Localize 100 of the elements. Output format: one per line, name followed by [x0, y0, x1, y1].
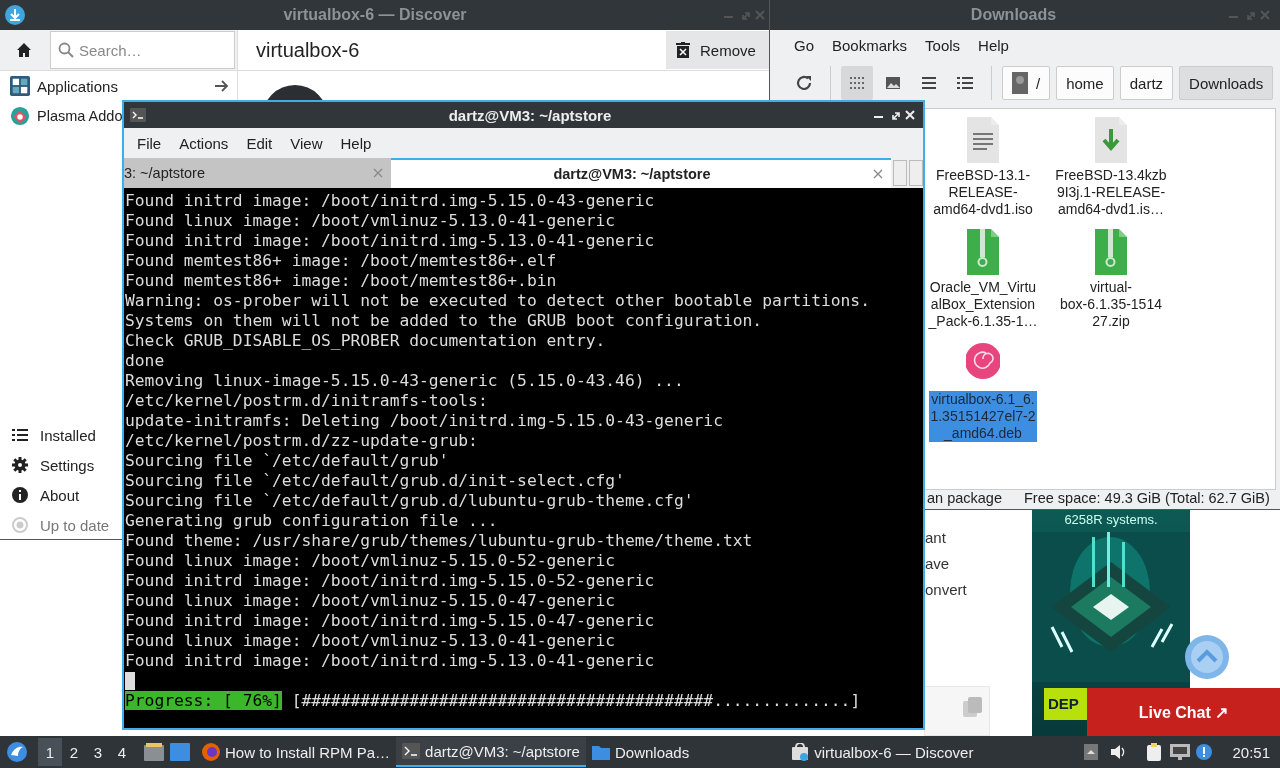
terminal-line: Removing linux-image-5.15.0-43-generic (5.15.0-43.46) ...: [125, 371, 685, 391]
download-file-icon: [1094, 117, 1128, 163]
search-field[interactable]: Search…: [50, 31, 235, 69]
free-space-text: Free space: 49.3 GiB (Total: 62.7 GiB): [1024, 490, 1270, 508]
workspace-button[interactable]: 2: [62, 738, 86, 766]
taskbar-button[interactable]: virtualbox-6 — Discover: [785, 737, 980, 767]
close-icon: [372, 168, 383, 178]
terminal-line: Check GRUB_DISABLE_OS_PROBER documentation entry.: [125, 331, 607, 351]
update-icon: [1196, 744, 1213, 760]
trash-icon: [676, 42, 690, 58]
live-chat-button[interactable]: Live Chat ↗: [1087, 688, 1280, 736]
sidebar-item[interactable]: About: [0, 480, 84, 510]
menu-item[interactable]: Edit: [237, 134, 282, 152]
progress-label: Progress: [ 76%]: [125, 691, 282, 710]
file-name[interactable]: virtual- box-6.1.35-1514 27.zip: [1059, 279, 1163, 330]
taskbar-button[interactable]: How to Install RPM Pa…: [196, 737, 397, 767]
terminal-line: /etc/kernel/postrm.d/zz-update-grub:: [125, 431, 479, 451]
terminal-line: Sourcing file `/etc/default/grub': [125, 451, 450, 471]
clock: 20:51: [1232, 743, 1270, 761]
menu-item[interactable]: Help: [970, 36, 1017, 54]
terminal-line: Found linux image: /boot/vmlinuz-5.13.0-41-generic: [125, 211, 617, 231]
bag-icon: [791, 743, 810, 761]
radio-icon: [12, 517, 28, 533]
workspace-button[interactable]: 1: [38, 738, 62, 766]
terminal-line: Systems on them will not be added to the GRUB boot configuration.: [125, 311, 764, 331]
terminal-line: Warning: os-prober will not be executed to detect other bootable partitions.: [125, 291, 871, 311]
menu-item[interactable]: Bookmarks: [824, 36, 916, 54]
window-title: virtualbox-6 — Discover: [282, 6, 468, 24]
terminal-tab[interactable]: 3: ~/aptstore: [124, 158, 391, 188]
terminal-line: Found initrd image: /boot/initrd.img-5.13.0-41-generic: [125, 651, 656, 671]
category-item[interactable]: Applications: [0, 71, 237, 101]
drive-icon: [1012, 72, 1028, 94]
menu-item[interactable]: Help: [331, 134, 381, 152]
workspace-button[interactable]: 3: [86, 738, 110, 766]
terminal-line: Found memtest86+ image: /boot/memtest86+.elf: [125, 251, 558, 271]
terminal-line: Found initrd image: /boot/initrd.img-5.15.0-43-generic: [125, 191, 656, 211]
list-icon: [12, 427, 28, 443]
folder-icon: [591, 743, 610, 761]
terminal-line: Sourcing file `/etc/default/grub.d/lubuntu-grub-theme.cfg': [125, 491, 695, 511]
document-icon: [966, 117, 1000, 163]
view-mode-button[interactable]: [841, 66, 873, 100]
zip-file-icon: [1094, 229, 1128, 275]
terminal-line: Found linux image: /boot/vmlinuz-5.15.0-47-generic: [125, 591, 617, 611]
copy-icon: [962, 696, 984, 718]
workspace-button[interactable]: 4: [110, 738, 134, 766]
scroll-up-icon: [1184, 634, 1230, 680]
zip-file-icon: [966, 229, 1000, 275]
menu-item[interactable]: View: [281, 134, 332, 152]
sidebar-item[interactable]: Settings: [0, 450, 99, 480]
page-text: ant: [925, 529, 946, 546]
terminal-line: Found initrd image: /boot/initrd.img-5.15.0-47-generic: [125, 611, 656, 631]
grid-icon: [10, 76, 30, 96]
path-button[interactable]: /: [1002, 66, 1051, 100]
terminal-line: Found linux image: /boot/vmlinuz-5.15.0-52-generic: [125, 551, 617, 571]
page-text: onvert: [925, 581, 967, 598]
terminal-line: Generating grub configuration file ...: [125, 511, 499, 531]
image-icon: [885, 75, 901, 91]
window-controls-icon: [724, 10, 765, 20]
terminal-line: Found linux image: /boot/vmlinuz-5.13.0-41-generic: [125, 631, 617, 651]
detail-list-icon: [957, 75, 973, 91]
file-manager-icon: [144, 743, 164, 761]
globe-icon: [202, 743, 220, 761]
menu-item[interactable]: Go: [786, 36, 822, 54]
settings-icon: [12, 457, 28, 473]
file-name[interactable]: virtualbox-6.1_6. 1.35151427el7-2 _amd64.deb: [929, 391, 1037, 442]
start-menu-icon: [6, 741, 28, 763]
close-icon: [873, 169, 883, 179]
terminal-icon: [130, 108, 146, 122]
path-button[interactable]: dartz: [1119, 66, 1174, 100]
window-controls-icon: [874, 110, 915, 120]
page-text: ave: [925, 555, 950, 572]
menu-item[interactable]: File: [128, 134, 171, 152]
arrow-icon: [215, 80, 229, 92]
taskbar-button[interactable]: dartz@VM3: ~/aptstore: [396, 737, 586, 767]
category-item[interactable]: Plasma Addo: [0, 101, 123, 131]
file-name[interactable]: Oracle_VM_Virtu alBox_Extension _Pack-6.1.35-1…: [927, 279, 1039, 330]
sidebar-item[interactable]: Installed: [0, 420, 100, 450]
ad-button[interactable]: DEP: [1044, 688, 1087, 720]
path-button[interactable]: home: [1056, 66, 1114, 100]
terminal-tab[interactable]: dartz@VM3: ~/aptstore: [390, 158, 891, 188]
taskbar-button[interactable]: Downloads: [585, 737, 696, 767]
download-icon: [4, 4, 26, 26]
terminal-line: /etc/kernel/postrm.d/initramfs-tools:: [125, 391, 489, 411]
text-cursor: [125, 672, 135, 690]
clipboard-icon: [1146, 743, 1163, 761]
ad-caption: 6258R systems.: [1063, 512, 1159, 527]
grid-icon: [849, 75, 865, 91]
terminal-line: Found theme: /usr/share/grub/themes/lubuntu-grub-theme/theme.txt: [125, 531, 754, 551]
file-name[interactable]: FreeBSD-13.1- RELEASE- amd64-dvd1.iso: [932, 167, 1034, 218]
menu-item[interactable]: Actions: [170, 134, 238, 152]
info-icon: [12, 487, 28, 503]
remove-button[interactable]: Remove: [666, 31, 769, 69]
terminal-line: Found memtest86+ image: /boot/memtest86+.bin: [125, 271, 558, 291]
puzzle-icon: [10, 106, 30, 126]
terminal-line: update-initramfs: Deleting /boot/initrd.img-5.15.0-43-generic: [125, 411, 724, 431]
file-name[interactable]: FreeBSD-13.4kzb 9I3j.1-RELEASE- amd64-dvd1.is…: [1054, 167, 1168, 218]
list-icon: [921, 75, 937, 91]
window-controls-icon: [1229, 10, 1270, 20]
menu-item[interactable]: Tools: [917, 36, 969, 54]
path-button[interactable]: Downloads: [1179, 66, 1274, 100]
